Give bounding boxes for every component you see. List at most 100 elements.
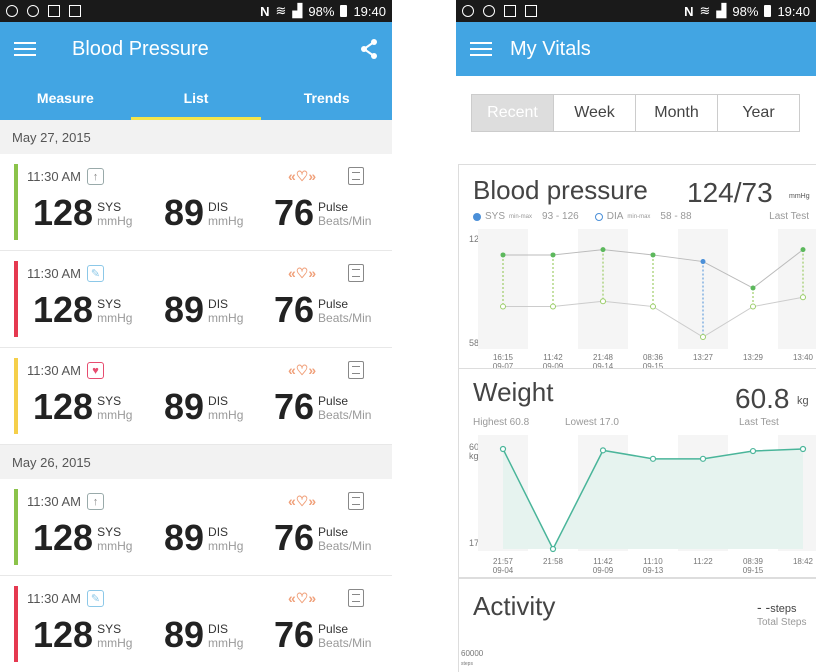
tab-list[interactable]: List [130, 76, 262, 120]
notes-icon[interactable] [348, 264, 364, 282]
weight-card[interactable]: Weight 60.8 kg Highest 60.8 Lowest 17.0 … [458, 368, 816, 578]
chart-stripe [478, 229, 528, 349]
menu-icon[interactable] [470, 42, 492, 56]
sys-reading: 128 SYS mmHg [33, 388, 132, 426]
weight-point [649, 455, 657, 462]
segment-month[interactable]: Month [635, 94, 718, 132]
notes-icon[interactable] [348, 361, 364, 379]
share-icon[interactable] [360, 39, 378, 59]
note-icon: ✎ [86, 265, 104, 282]
message-icon [504, 5, 516, 17]
dis-value: 89 [164, 614, 205, 655]
x-tick-label: 21:57 09-04 [492, 557, 514, 575]
notes-icon[interactable] [348, 492, 364, 510]
sys-value: 128 [33, 614, 94, 655]
sys-value: 128 [33, 289, 94, 330]
battery-icon [764, 5, 772, 17]
bp-value: 124/73 [687, 177, 773, 208]
sys-label: SYS [485, 211, 506, 222]
list-item[interactable]: 11:30 AM ♥ «♡» 128 SYS mmHg 89 DIS mmHg 76 Pulse Be… [0, 348, 392, 445]
sys-dot-icon [473, 212, 481, 221]
last-test-label: Last Test [769, 211, 809, 222]
battery-icon [340, 5, 348, 17]
blood-pressure-screen: N ≋ ▟ 98% 19:40 Blood Pressure Measure List … [0, 0, 392, 672]
weight-point [599, 447, 607, 454]
list-item[interactable]: 11:30 AM ↑ «♡» 128 SYS mmHg 89 DIS mmHg 76 Pulse Be… [0, 479, 392, 576]
card-title: Weight [473, 377, 554, 407]
dia-range: 58 - 88 [660, 211, 692, 222]
sys-label: SYS mmHg [97, 525, 133, 553]
entry-time-row: 11:30 AM ↑ [27, 168, 104, 185]
sys-point [500, 252, 506, 258]
segment-week[interactable]: Week [553, 94, 636, 132]
activity-card[interactable]: Activity - -steps Total Steps 60000 steps [458, 578, 816, 672]
wechat-icon [483, 5, 495, 17]
segment-year[interactable]: Year [717, 94, 800, 132]
pulse-value: 76 [274, 386, 315, 427]
entry-time-row: 11:30 AM ♥ [27, 362, 104, 379]
x-tick-label: 13:27 [692, 353, 714, 362]
list-item[interactable]: 11:30 AM ✎ «♡» 128 SYS mmHg 89 DIS mmHg 76 Pulse Be… [0, 576, 392, 672]
sys-label: SYS mmHg [97, 622, 133, 650]
image-icon [48, 5, 60, 17]
sys-value: 128 [33, 386, 94, 427]
clock: 19:40 [353, 3, 386, 19]
weight-point [799, 445, 807, 453]
wechat-icon [27, 5, 39, 17]
entry-time: 11:30 AM [27, 591, 81, 606]
app-bar: Blood Pressure [0, 22, 392, 76]
status-color-bar [14, 358, 18, 434]
pulse-reading: 76 Pulse Beats/Min [274, 519, 371, 557]
arrow-up-icon: ↑ [86, 493, 104, 510]
list-item[interactable]: 11:30 AM ✎ «♡» 128 SYS mmHg 89 DIS mmHg 76 Pulse Be… [0, 251, 392, 348]
blood-pressure-card[interactable]: Blood pressure 124/73 mmHg SYS min-max 9… [458, 164, 816, 378]
status-bar: N ≋ ▟ 98% 19:40 [0, 0, 392, 22]
dia-point [800, 294, 806, 301]
sys-point [550, 252, 556, 258]
sys-label: SYS mmHg [97, 200, 133, 228]
status-color-bar [14, 489, 18, 565]
pulse-reading: 76 Pulse Beats/Min [274, 388, 371, 426]
weight-lowest: Lowest 17.0 [565, 417, 619, 428]
list-item[interactable]: 11:30 AM ↑ «♡» 128 SYS mmHg 89 DIS mmHg 76 Pulse Be… [0, 154, 392, 251]
minus-icon [6, 5, 18, 17]
sys-point [750, 285, 756, 291]
sys-minmax: min-max [509, 213, 533, 220]
dia-point [550, 303, 556, 310]
x-tick-label: 11:22 [693, 557, 713, 566]
notes-icon[interactable] [348, 589, 364, 607]
x-tick-label: 18:42 [792, 557, 814, 566]
sys-reading: 128 SYS mmHg [33, 194, 132, 232]
x-tick-label: 08:39 09-15 [742, 557, 764, 575]
tab-trends[interactable]: Trends [261, 76, 392, 120]
weight-unit: kg [797, 395, 809, 407]
heartbeat-icon: «♡» [288, 590, 317, 606]
x-tick-label: 11:10 09-13 [642, 557, 664, 575]
activity-value: - -steps [757, 599, 797, 615]
dis-label: DIS mmHg [208, 394, 244, 422]
signal-icon: ▟ [292, 3, 303, 18]
sys-reading: 128 SYS mmHg [33, 291, 132, 329]
note-icon: ✎ [86, 590, 104, 607]
pulse-value: 76 [274, 192, 315, 233]
pulse-label: Pulse Beats/Min [318, 200, 372, 228]
heart-icon: ♥ [86, 362, 104, 379]
notes-icon[interactable] [348, 167, 364, 185]
x-tick-label: 13:40 [792, 353, 814, 362]
signal-icon: ▟ [716, 3, 727, 18]
entry-time-row: 11:30 AM ✎ [27, 265, 104, 282]
my-vitals-screen: N ≋ ▟ 98% 19:40 My Vitals Recent Week Month … [456, 0, 816, 672]
sys-point [650, 252, 656, 258]
entry-time: 11:30 AM [27, 266, 81, 281]
weight-area [503, 449, 803, 549]
segment-recent[interactable]: Recent [471, 94, 554, 132]
bp-unit: mmHg [789, 193, 810, 200]
status-bar: N ≋ ▟ 98% 19:40 [456, 0, 816, 22]
pulse-reading: 76 Pulse Beats/Min [274, 291, 371, 329]
wifi-icon: ≋ [699, 3, 711, 18]
chart-stripe [778, 229, 816, 349]
pulse-label: Pulse Beats/Min [318, 394, 372, 422]
menu-icon[interactable] [14, 42, 36, 56]
dis-reading: 89 DIS mmHg [164, 519, 243, 557]
tab-measure[interactable]: Measure [0, 76, 131, 120]
